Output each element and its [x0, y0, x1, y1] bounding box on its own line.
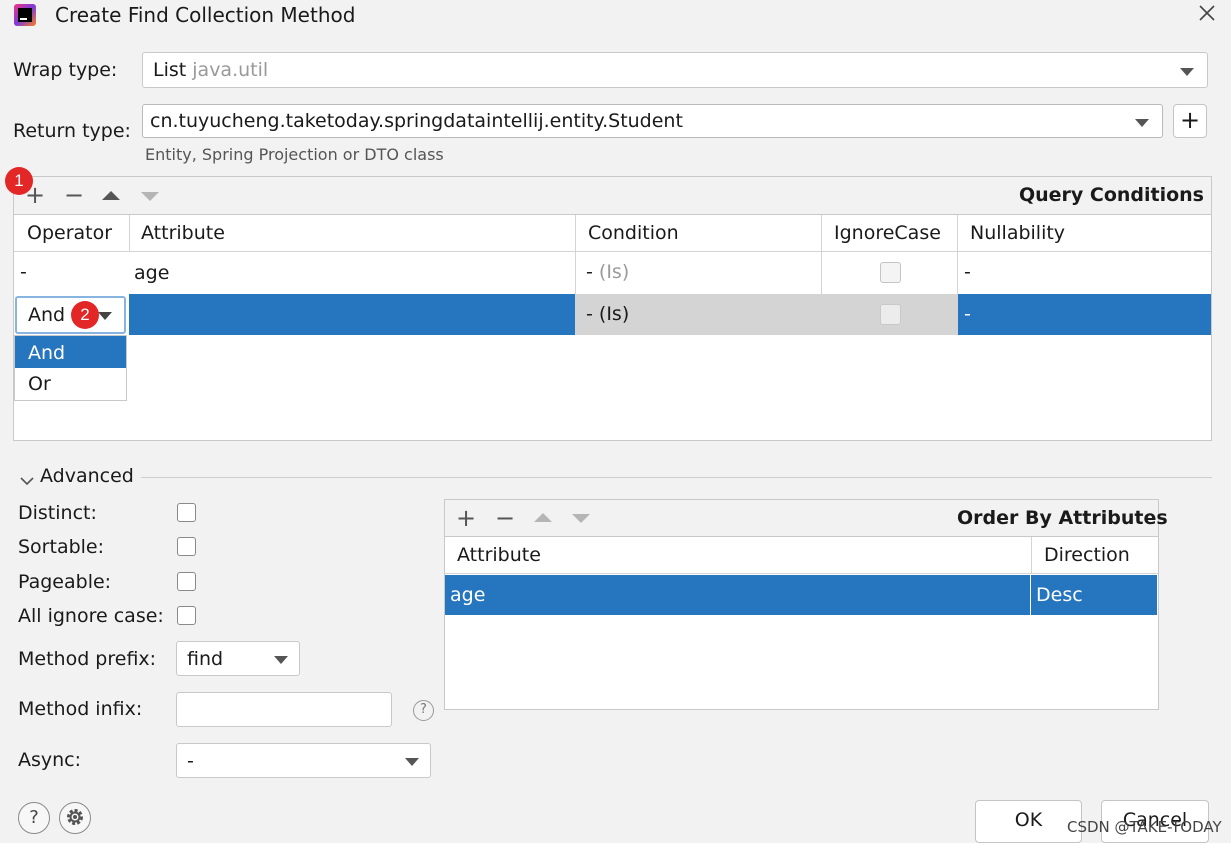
wrap-type-package: java.util	[192, 59, 269, 81]
order-row-direction[interactable]: Desc	[1031, 575, 1157, 615]
app-icon	[14, 4, 36, 26]
operator-option-or[interactable]: Or	[15, 368, 126, 400]
step-badge-2: 2	[71, 301, 99, 329]
close-icon[interactable]	[1196, 2, 1218, 24]
row1-condition[interactable]: - (Is)	[586, 261, 629, 283]
column-header-attribute[interactable]: Attribute	[141, 222, 225, 244]
step-badge-1: 1	[5, 167, 33, 195]
order-row-attribute[interactable]: age	[445, 575, 1030, 615]
operator-option-and[interactable]: And	[15, 336, 126, 368]
row1-attribute[interactable]: age	[134, 262, 169, 284]
wrap-type-combo[interactable]: List java.util	[142, 52, 1208, 88]
chevron-down-icon	[1135, 119, 1149, 127]
column-header-ignorecase[interactable]: IgnoreCase	[834, 222, 941, 244]
remove-order-button[interactable]: −	[495, 506, 515, 530]
row2-nullability-cell[interactable]: -	[958, 294, 1211, 335]
order-by-title: Order By Attributes	[957, 507, 1168, 529]
advanced-section-title[interactable]: Advanced	[40, 465, 134, 487]
method-prefix-value: find	[187, 647, 224, 670]
help-icon[interactable]: ?	[413, 700, 434, 721]
row2-ignorecase-cell[interactable]	[822, 294, 957, 335]
move-up-icon[interactable]	[102, 191, 120, 200]
add-order-button[interactable]: +	[456, 506, 476, 530]
all-ignore-case-checkbox[interactable]	[177, 606, 196, 625]
chevron-down-icon	[274, 656, 288, 664]
return-type-hint: Entity, Spring Projection or DTO class	[145, 145, 444, 164]
return-type-label: Return type:	[13, 120, 131, 142]
chevron-down-icon	[98, 312, 112, 320]
ok-button[interactable]: OK	[975, 800, 1082, 843]
sortable-checkbox[interactable]	[177, 537, 196, 556]
row2-attribute-cell[interactable]	[129, 294, 575, 335]
method-prefix-combo[interactable]: find	[176, 641, 300, 676]
operator-combo-value: And	[28, 304, 66, 326]
sortable-label: Sortable:	[18, 536, 105, 558]
watermark: CSDN @TAKE-TODAY	[1067, 818, 1222, 836]
help-button[interactable]: ?	[18, 802, 50, 834]
row2-nullability: -	[964, 303, 971, 325]
async-combo[interactable]: -	[176, 743, 431, 778]
async-value: -	[187, 749, 194, 772]
settings-button[interactable]	[59, 802, 91, 834]
row1-ignorecase-checkbox[interactable]	[880, 262, 901, 283]
method-infix-input[interactable]	[176, 692, 392, 727]
query-conditions-title: Query Conditions	[1018, 184, 1204, 206]
column-header-operator[interactable]: Operator	[27, 222, 112, 244]
chevron-down-icon	[405, 758, 419, 766]
row1-nullability[interactable]: -	[964, 261, 971, 283]
pageable-checkbox[interactable]	[177, 572, 196, 591]
move-down-icon	[572, 514, 590, 523]
row1-operator[interactable]: -	[20, 261, 27, 283]
column-header-condition[interactable]: Condition	[588, 222, 679, 244]
method-infix-label: Method infix:	[18, 698, 143, 720]
order-column-header-direction[interactable]: Direction	[1044, 544, 1130, 566]
row2-condition-cell[interactable]: - (Is)	[576, 294, 821, 335]
row2-ignorecase-checkbox[interactable]	[880, 304, 901, 325]
return-type-value: cn.tuyucheng.taketoday.springdataintelli…	[150, 110, 683, 132]
method-prefix-label: Method prefix:	[18, 648, 157, 670]
chevron-down-icon	[1180, 68, 1194, 76]
gear-icon	[67, 809, 83, 825]
chevron-down-icon[interactable]	[19, 470, 35, 492]
move-up-icon	[534, 513, 552, 522]
wrap-type-value: List	[153, 59, 187, 81]
remove-condition-button[interactable]: −	[64, 183, 84, 207]
move-down-icon	[141, 192, 159, 201]
async-label: Async:	[18, 749, 82, 771]
distinct-label: Distinct:	[18, 502, 97, 524]
distinct-checkbox[interactable]	[177, 503, 196, 522]
window-title: Create Find Collection Method	[55, 3, 356, 27]
column-header-nullability[interactable]: Nullability	[970, 222, 1065, 244]
wrap-type-label: Wrap type:	[13, 59, 118, 81]
order-column-header-attribute[interactable]: Attribute	[457, 544, 541, 566]
pageable-label: Pageable:	[18, 571, 112, 593]
all-ignore-case-label: All ignore case:	[18, 605, 164, 627]
add-return-type-button[interactable]: +	[1173, 104, 1207, 138]
return-type-combo[interactable]: cn.tuyucheng.taketoday.springdataintelli…	[142, 104, 1163, 138]
